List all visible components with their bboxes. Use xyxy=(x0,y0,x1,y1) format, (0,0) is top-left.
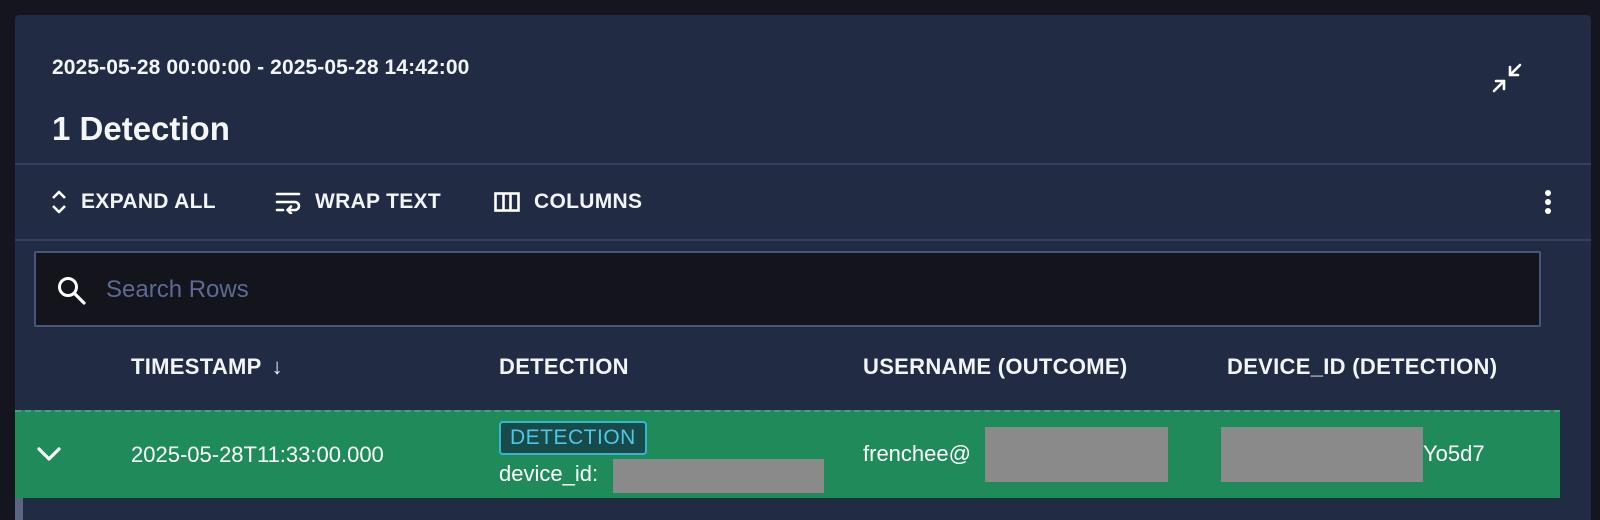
column-header-detection[interactable]: DETECTION xyxy=(499,354,629,380)
columns-icon xyxy=(494,192,520,212)
wrap-text-icon xyxy=(275,192,301,214)
toolbar-divider xyxy=(15,239,1591,241)
more-vertical-icon xyxy=(1545,190,1551,214)
table-right-gutter xyxy=(1560,410,1591,520)
column-header-label: USERNAME (OUTCOME) xyxy=(863,354,1128,379)
redacted-block xyxy=(985,427,1168,482)
column-header-device-id[interactable]: DEVICE_ID (DETECTION) xyxy=(1227,354,1497,380)
table-row[interactable]: 2025-05-28T11:33:00.000 DETECTION device… xyxy=(15,410,1560,498)
expand-vertical-icon xyxy=(52,190,66,214)
expand-all-button[interactable]: EXPAND ALL xyxy=(51,187,216,217)
device-id-cell: Yo5d7 xyxy=(1423,441,1485,466)
column-header-label: DETECTION xyxy=(499,354,629,379)
columns-label: COLUMNS xyxy=(534,190,643,213)
timestamp-cell: 2025-05-28T11:33:00.000 xyxy=(131,442,384,467)
detections-panel: 2025-05-28 00:00:00 - 2025-05-28 14:42:0… xyxy=(15,15,1591,520)
detection-field-label: device_id: xyxy=(499,461,599,486)
wrap-text-label: WRAP TEXT xyxy=(315,190,441,213)
detection-tag: DETECTION xyxy=(499,421,647,455)
row-expand-toggle[interactable] xyxy=(35,442,63,466)
search-box xyxy=(34,251,1541,327)
collapse-arrows-icon xyxy=(1492,63,1522,93)
date-range: 2025-05-28 00:00:00 - 2025-05-28 14:42:0… xyxy=(52,56,470,79)
search-icon xyxy=(58,277,86,305)
expand-all-label: EXPAND ALL xyxy=(81,190,216,213)
sort-descending-icon: ↓ xyxy=(271,354,283,379)
table-body-background xyxy=(15,498,1560,520)
redacted-block xyxy=(1221,427,1423,482)
collapse-button[interactable] xyxy=(1490,61,1524,95)
columns-button[interactable]: COLUMNS xyxy=(494,187,642,217)
column-header-label: TIMESTAMP xyxy=(131,354,262,379)
column-header-label: DEVICE_ID (DETECTION) xyxy=(1227,354,1498,379)
username-cell: frenchee@ xyxy=(863,441,971,466)
redacted-block xyxy=(613,459,824,493)
wrap-text-button[interactable]: WRAP TEXT xyxy=(275,187,441,217)
column-header-timestamp[interactable]: TIMESTAMP ↓ xyxy=(131,354,283,380)
more-options-button[interactable] xyxy=(1541,188,1555,218)
page-title: 1 Detection xyxy=(52,110,230,147)
chevron-down-icon xyxy=(37,447,61,461)
toolbar: EXPAND ALL WRAP TEXT COLUMNS xyxy=(15,165,1591,239)
column-header-username[interactable]: USERNAME (OUTCOME) xyxy=(863,354,1128,380)
row-indicator-rail xyxy=(15,498,23,520)
search-input[interactable] xyxy=(106,271,1506,309)
